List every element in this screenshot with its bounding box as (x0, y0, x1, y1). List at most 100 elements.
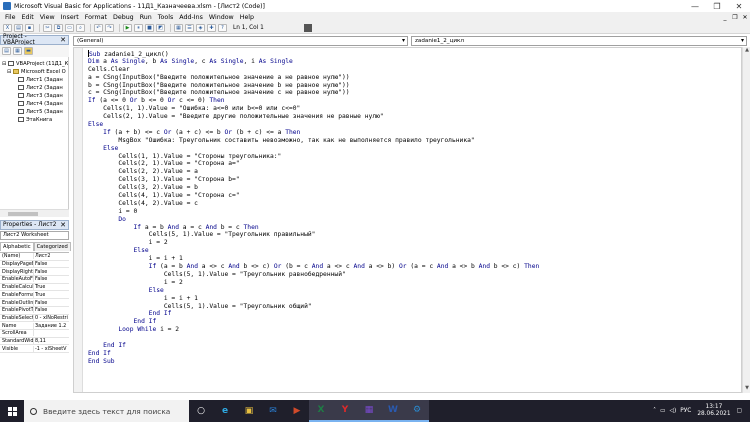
design-mode-icon[interactable]: ◩ (156, 24, 165, 32)
code-line[interactable]: Cells(2, 1).Value = "Введите другие поло… (88, 113, 539, 121)
expand-collapse-icon[interactable]: ⊟ (7, 69, 12, 75)
property-row[interactable]: EnableFormatCTrue (0, 291, 69, 300)
menu-item-format[interactable]: Format (82, 14, 110, 21)
property-value[interactable]: Лист2 (34, 253, 51, 259)
code-line[interactable]: i = 0 (88, 208, 539, 216)
code-line[interactable]: Else (88, 247, 539, 255)
find-icon[interactable]: ⌕ (76, 24, 85, 32)
property-value[interactable]: 0 - xlNoRestri (34, 315, 68, 321)
code-line[interactable]: b = CSng(InputBox("Введите положительное… (88, 82, 539, 90)
tree-node[interactable]: Лист2 (Задан (12, 84, 63, 91)
insert-module-icon[interactable]: ▤ (14, 24, 23, 32)
code-line[interactable]: Cells(1, 1).Value = "Стороны треугольник… (88, 153, 539, 161)
code-line[interactable]: Cells(5, 1).Value = "Треугольник равнобе… (88, 271, 539, 279)
menu-item-help[interactable]: Help (237, 14, 257, 21)
volume-icon[interactable]: ◁) (670, 408, 677, 414)
chevron-down-icon[interactable]: ▾ (741, 37, 744, 45)
mdi-minimize-button[interactable]: _ (720, 14, 730, 21)
menu-item-add-ins[interactable]: Add-Ins (176, 14, 206, 21)
undo-icon[interactable]: ↶ (94, 24, 103, 32)
copy-icon[interactable]: ⧉ (54, 24, 63, 32)
menu-item-view[interactable]: View (37, 14, 58, 21)
property-row[interactable]: (Name) Лист2 (0, 253, 69, 261)
project-tree-hscrollbar[interactable] (0, 209, 69, 217)
property-row[interactable]: DisplayPageBr False (0, 261, 69, 269)
property-value[interactable]: False (34, 269, 47, 275)
network-icon[interactable]: ▭ (660, 408, 665, 414)
tree-node[interactable]: Лист3 (Задан (12, 92, 63, 99)
cut-icon[interactable]: ✂ (43, 24, 52, 32)
code-line[interactable]: Cells(2, 1).Value = "Сторона a=" (88, 160, 539, 168)
start-button[interactable] (0, 400, 24, 422)
code-line[interactable]: i = 2 (88, 279, 539, 287)
view-code-icon[interactable]: ▤ (2, 47, 11, 55)
code-line[interactable]: End If (88, 318, 539, 326)
property-row[interactable]: DisplayRightToFalse (0, 268, 69, 277)
paste-icon[interactable]: ▭ (65, 24, 74, 32)
code-line[interactable]: If (a = b And a <> c And b <> c) Or (b =… (88, 263, 540, 271)
property-value[interactable]: False (34, 276, 47, 282)
menu-item-file[interactable]: File (2, 14, 19, 21)
code-line[interactable]: Cells.Clear (88, 66, 539, 74)
reset-icon[interactable]: ■ (145, 24, 154, 32)
input-language[interactable]: РУС (680, 408, 691, 414)
code-line[interactable]: Cells(2, 2).Value = a (88, 168, 539, 176)
property-value[interactable]: True (34, 292, 45, 298)
properties-window-icon[interactable]: ☰ (185, 24, 194, 32)
code-editor[interactable]: Sub zadanie1_2_цикл() Dim a As Single, b … (73, 47, 742, 393)
property-value[interactable]: True (34, 284, 45, 290)
code-vscrollbar[interactable]: ▲ ▼ (742, 47, 750, 393)
notifications-icon[interactable]: ▢ (737, 408, 742, 414)
menu-item-edit[interactable]: Edit (19, 14, 37, 21)
excel-icon[interactable]: X (309, 400, 333, 422)
property-row[interactable]: EnableCalculatTrue (0, 284, 69, 292)
code-text[interactable]: Sub zadanie1_2_цикл() Dim a As Single, b … (88, 50, 539, 366)
code-line[interactable]: If (a + b) <= c Or (a + c) <= b Or (b + … (88, 129, 539, 137)
tree-node[interactable]: ⊟ VBAProject (11Д1_К (2, 60, 68, 67)
code-line[interactable]: Cells(4, 2).Value = c (88, 200, 539, 208)
property-value[interactable]: False (34, 300, 47, 306)
help-icon[interactable]: ? (218, 24, 227, 32)
property-value[interactable]: 8,11 (34, 338, 46, 344)
redo-icon[interactable]: ↷ (105, 24, 114, 32)
scroll-down-icon[interactable]: ▼ (743, 385, 750, 393)
property-row[interactable]: EnableSelectio0 - xlNoRestri (0, 314, 69, 323)
property-row[interactable]: StandardWidth8,11 (0, 338, 69, 346)
tree-node[interactable]: ⊟ Microsoft Excel O (7, 68, 66, 75)
code-line[interactable]: Else (88, 287, 539, 295)
property-value[interactable]: -1 - xlSheetV (34, 346, 67, 352)
mdi-close-button[interactable]: ✕ (740, 14, 750, 21)
run-icon[interactable]: ▶ (123, 24, 132, 32)
property-row[interactable]: Name Задание 1.2 (0, 322, 69, 330)
property-row[interactable]: EnableOutlininFalse (0, 299, 69, 307)
save-icon[interactable]: ▪ (25, 24, 34, 32)
property-value[interactable]: False (34, 261, 47, 267)
tree-node[interactable]: Лист4 (Задан (12, 100, 63, 107)
code-line[interactable]: End Sub (88, 358, 539, 366)
code-line[interactable]: End If (88, 310, 539, 318)
chevron-up-icon[interactable]: ˄ (653, 408, 656, 414)
code-line[interactable]: Cells(1, 1).Value = "Ошибка: a<=0 или b<… (88, 105, 539, 113)
clock[interactable]: 13:17 28.06.2021 (697, 404, 730, 418)
project-explorer-icon[interactable]: ▦ (174, 24, 183, 32)
toolbox-icon[interactable]: ✚ (207, 24, 216, 32)
code-line[interactable]: c = CSng(InputBox("Введите положительное… (88, 89, 539, 97)
file-explorer-icon[interactable]: ▣ (237, 400, 261, 422)
toggle-folders-icon[interactable]: ▬ (24, 47, 33, 55)
procedure-combo[interactable]: zadanie1_2_цикл ▾ (411, 36, 747, 46)
property-row[interactable]: ScrollArea (0, 330, 69, 338)
code-line[interactable]: Cells(5, 1).Value = "Треугольник правиль… (88, 231, 539, 239)
code-line[interactable]: Do (88, 216, 539, 224)
tab-alphabetic[interactable]: Alphabetic (0, 242, 34, 251)
code-line[interactable]: Sub zadanie1_2_цикл() (88, 50, 539, 58)
tree-node[interactable]: Лист1 (Задан (12, 76, 63, 83)
code-line[interactable]: Cells(5, 1).Value = "Треугольник общий" (88, 303, 539, 311)
powerpoint-icon[interactable]: ▶ (285, 400, 309, 422)
mdi-restore-button[interactable]: ❐ (730, 14, 740, 21)
menu-item-window[interactable]: Window (206, 14, 237, 21)
code-line[interactable]: MsgBox "Ошибка: Треугольник составить не… (88, 137, 539, 145)
property-row[interactable]: Visible -1 - xlSheetV (0, 345, 69, 354)
view-excel-icon[interactable]: X (3, 24, 12, 32)
calculator-icon[interactable]: ▦ (357, 400, 381, 422)
scroll-thumb[interactable] (8, 212, 38, 216)
